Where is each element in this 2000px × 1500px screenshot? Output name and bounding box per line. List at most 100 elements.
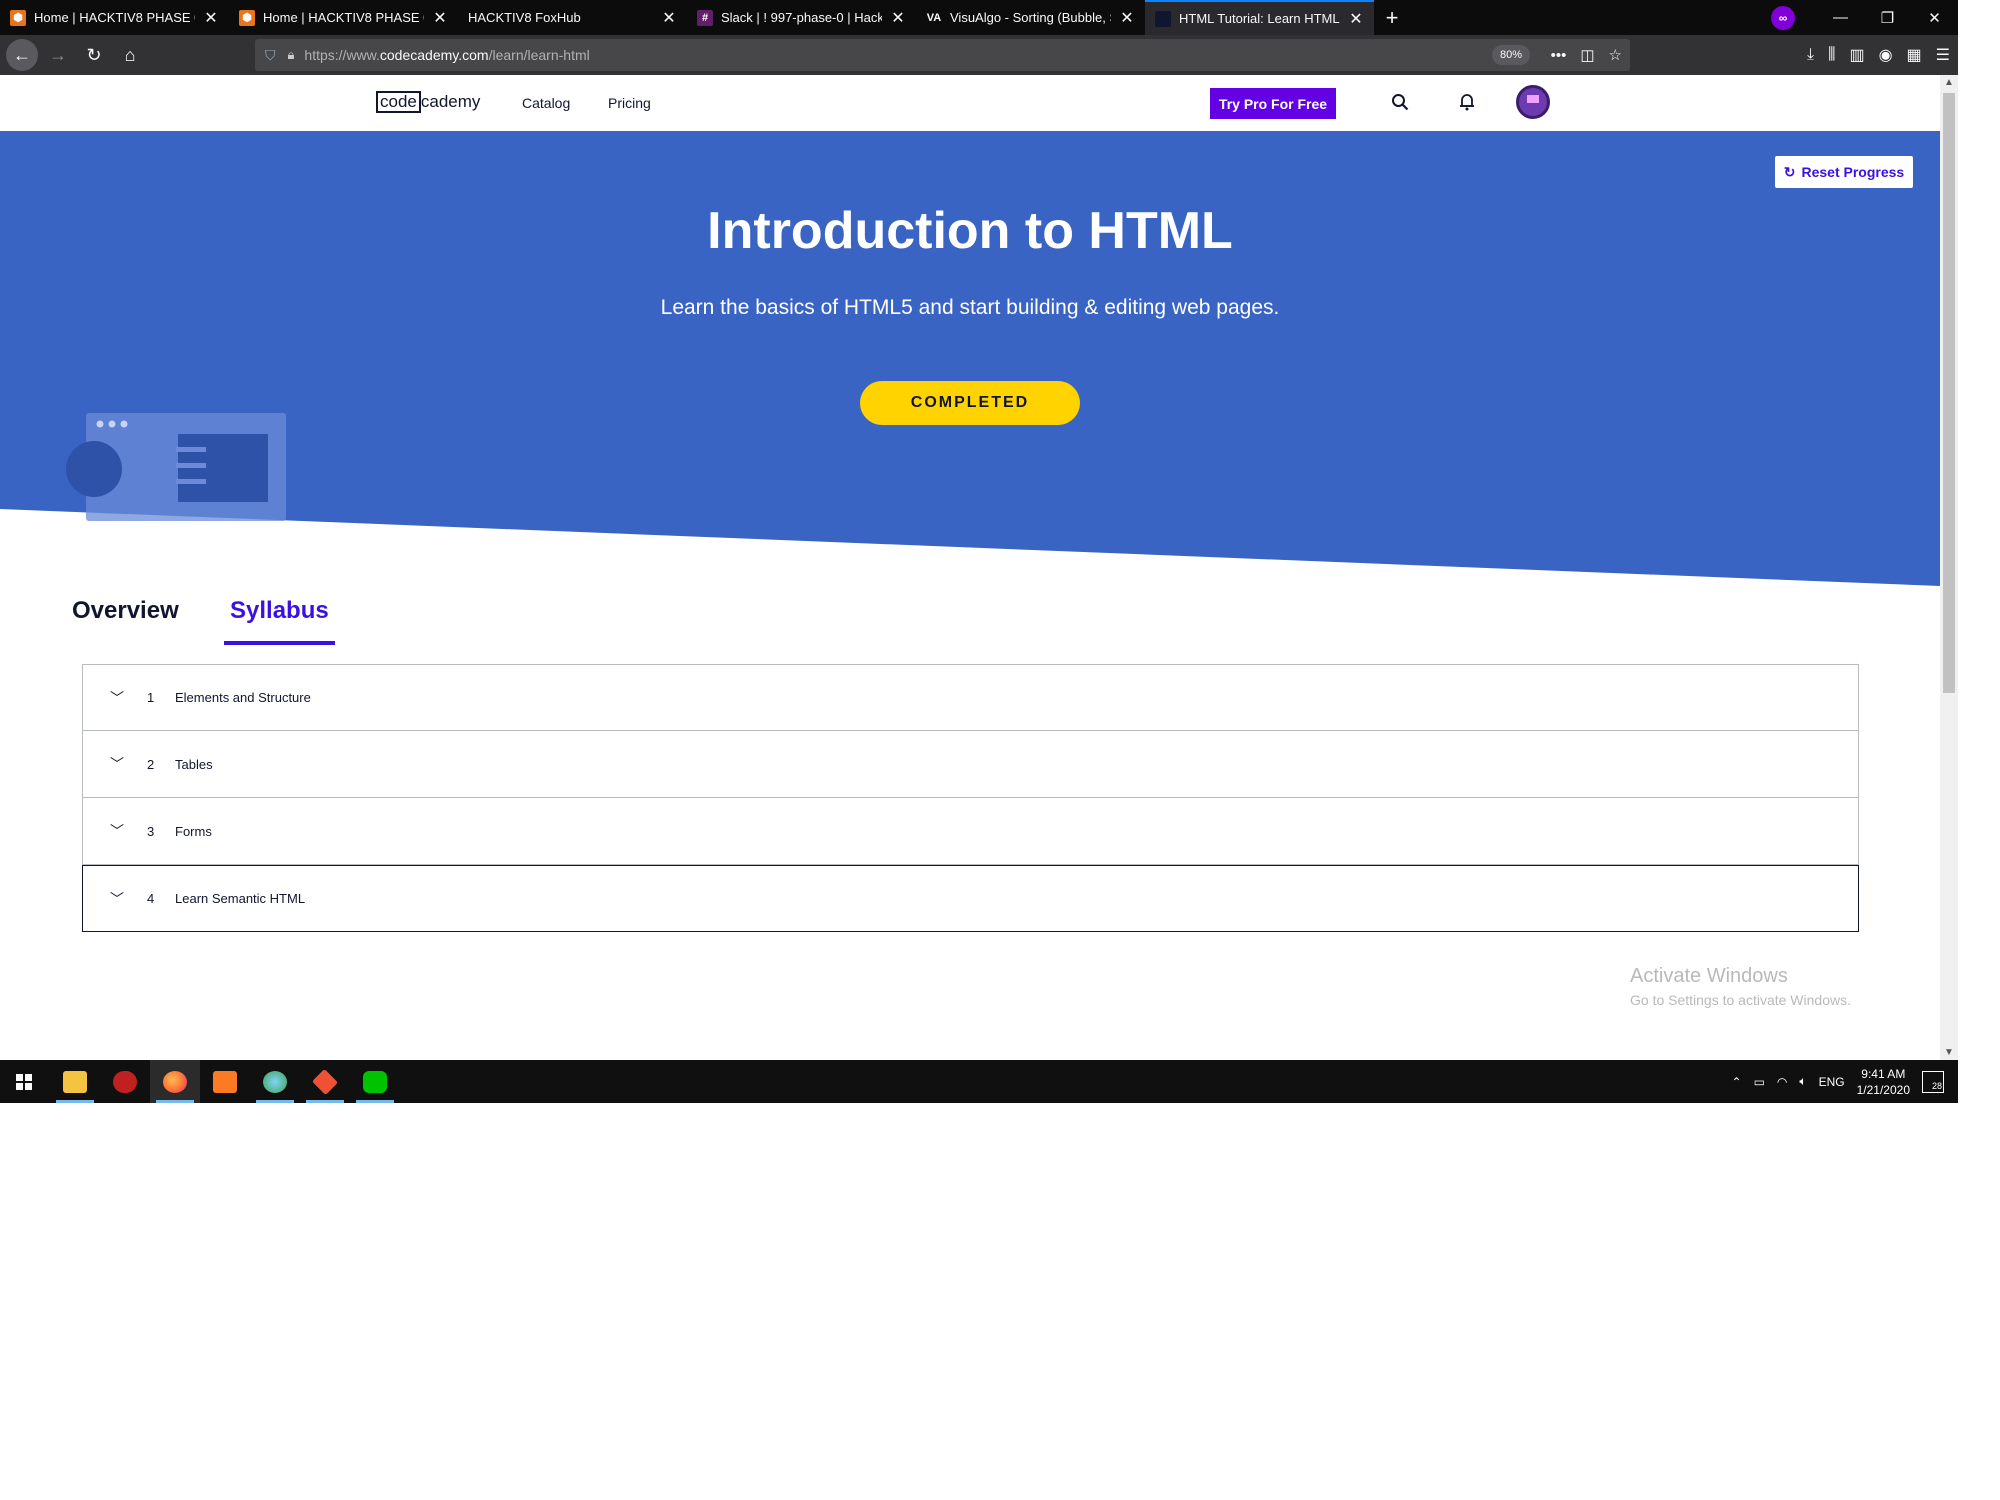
home-button[interactable]: ⌂ xyxy=(114,39,146,71)
taskbar-xampp[interactable] xyxy=(200,1060,250,1103)
taskbar-line-app[interactable] xyxy=(350,1060,400,1103)
site-header: code cademy Catalog Pricing Try Pro For F… xyxy=(0,75,1940,131)
battery-icon[interactable]: ▭ xyxy=(1754,1075,1765,1089)
show-hidden-icons-chevron-up-icon[interactable]: ⌃ xyxy=(1732,1075,1742,1089)
watermark-subtitle: Go to Settings to activate Windows. xyxy=(1630,992,1851,1008)
nav-pricing-link[interactable]: Pricing xyxy=(608,95,651,111)
new-tab-button[interactable]: + xyxy=(1374,0,1410,35)
tab-strip-spacer xyxy=(1410,0,1771,35)
syllabus-item[interactable]: ﹀ 3 Forms xyxy=(82,798,1859,865)
slack-favicon-icon: # xyxy=(697,9,713,26)
private-browsing-icon: ∞ xyxy=(1771,5,1795,30)
volume-icon[interactable]: 🔈︎ xyxy=(1799,1074,1806,1089)
taskbar-git-app[interactable] xyxy=(300,1060,350,1103)
close-tab-icon[interactable]: ✕ xyxy=(661,8,677,28)
forward-button[interactable]: → xyxy=(42,39,74,71)
syllabus-item[interactable]: ﹀ 2 Tables xyxy=(82,731,1859,798)
close-tab-icon[interactable]: ✕ xyxy=(1348,9,1364,29)
lock-icon[interactable]: 🔒︎ xyxy=(288,47,295,63)
taskbar-browser-app[interactable] xyxy=(250,1060,300,1103)
activate-windows-watermark: Activate Windows Go to Settings to activ… xyxy=(1630,965,1851,1008)
page-scrollbar[interactable]: ▲ ▼ xyxy=(1940,75,1958,1060)
chevron-down-icon[interactable]: ﹀ xyxy=(105,821,129,841)
chevron-down-icon[interactable]: ﹀ xyxy=(105,889,129,909)
restore-window-button[interactable]: ❐ xyxy=(1864,0,1911,35)
notifications-bell-icon[interactable] xyxy=(1456,91,1478,113)
content-tabs: Overview Syllabus xyxy=(0,585,1940,645)
completed-status-button[interactable]: COMPLETED xyxy=(860,381,1080,425)
tab-title: Slack | ! 997-phase-0 | Hacktiv8 xyxy=(721,10,882,25)
extensions-icon[interactable]: ▦ xyxy=(1907,45,1922,65)
chevron-down-icon[interactable]: ﹀ xyxy=(105,688,129,708)
url-bar[interactable]: ⛉ 🔒︎ https://www.codecademy.com/learn/le… xyxy=(255,39,1630,71)
codecademy-logo[interactable]: code cademy xyxy=(376,91,480,113)
account-icon[interactable]: ◉ xyxy=(1879,45,1893,65)
browser-tab-6-active[interactable]: HTML Tutorial: Learn HTML Fo ✕ xyxy=(1145,0,1374,35)
close-tab-icon[interactable]: ✕ xyxy=(203,8,219,28)
action-center-notification-icon[interactable]: 28 xyxy=(1922,1070,1944,1093)
taskbar-file-explorer[interactable] xyxy=(50,1060,100,1103)
input-language[interactable]: ENG xyxy=(1819,1075,1845,1089)
minimize-window-button[interactable]: — xyxy=(1817,0,1864,35)
chevron-down-icon[interactable]: ﹀ xyxy=(105,754,129,774)
vpn-app-icon xyxy=(113,1070,137,1093)
browser-tab-strip: ⬢ Home | HACKTIV8 PHASE 0 DE ✕ ⬢ Home | … xyxy=(0,0,1958,35)
tab-title: Home | HACKTIV8 PHASE 0 DE xyxy=(263,10,424,25)
tab-overview[interactable]: Overview xyxy=(66,585,185,645)
logo-cademy: cademy xyxy=(420,92,481,111)
tab-title: Home | HACKTIV8 PHASE 0 DE xyxy=(34,10,195,25)
windows-taskbar: ⌃ ▭ ◠ 🔈︎ ENG 9:41 AM 1/21/2020 28 xyxy=(0,1060,1958,1103)
url-text[interactable]: https://www.codecademy.com/learn/learn-h… xyxy=(304,47,589,63)
scroll-down-arrow-icon[interactable]: ▼ xyxy=(1940,1047,1958,1058)
search-icon[interactable] xyxy=(1389,91,1411,113)
start-button[interactable] xyxy=(0,1060,48,1103)
close-window-button[interactable]: ✕ xyxy=(1911,0,1958,35)
course-subtitle: Learn the basics of HTML5 and start buil… xyxy=(660,296,1280,319)
close-tab-icon[interactable]: ✕ xyxy=(432,8,448,28)
tracking-shield-icon[interactable]: ⛉ xyxy=(265,47,276,64)
scrollbar-thumb[interactable] xyxy=(1943,93,1955,693)
reload-button[interactable]: ↻ xyxy=(78,39,110,71)
syllabus-item-name: Learn Semantic HTML xyxy=(175,891,306,906)
taskbar-firefox[interactable] xyxy=(150,1060,200,1103)
user-avatar[interactable] xyxy=(1516,85,1550,119)
browser-tab-4[interactable]: # Slack | ! 997-phase-0 | Hacktiv8 ✕ xyxy=(687,0,916,35)
syllabus-item[interactable]: ﹀ 1 Elements and Structure xyxy=(82,664,1859,731)
scroll-up-arrow-icon[interactable]: ▲ xyxy=(1940,77,1958,88)
bookmark-star-icon[interactable]: ☆ xyxy=(1609,46,1622,64)
pocket-icon[interactable]: ◫ xyxy=(1580,46,1594,64)
reset-progress-button[interactable]: ↻ Reset Progress xyxy=(1775,156,1913,188)
wifi-icon[interactable]: ◠ xyxy=(1777,1075,1787,1089)
taskbar-vpn-app[interactable] xyxy=(100,1060,150,1103)
downloads-icon[interactable]: ⤓ xyxy=(1807,46,1814,64)
hamburger-menu-icon[interactable]: ☰ xyxy=(1936,45,1950,65)
browser-tab-3[interactable]: HACKTIV8 FoxHub ✕ xyxy=(458,0,687,35)
sidebar-icon[interactable]: ▥ xyxy=(1849,45,1864,65)
web-page: code cademy Catalog Pricing Try Pro For F… xyxy=(0,75,1940,1060)
taskbar-clock[interactable]: 9:41 AM 1/21/2020 xyxy=(1857,1066,1910,1098)
syllabus-item[interactable]: ﹀ 4 Learn Semantic HTML xyxy=(82,865,1859,932)
zoom-level-badge[interactable]: 80% xyxy=(1491,45,1530,65)
windows-logo-icon xyxy=(16,1073,32,1090)
url-path: /learn/learn-html xyxy=(488,47,590,63)
close-tab-icon[interactable]: ✕ xyxy=(890,8,906,28)
nav-catalog-link[interactable]: Catalog xyxy=(522,95,570,111)
reset-progress-label: Reset Progress xyxy=(1801,164,1905,180)
try-pro-button[interactable]: Try Pro For Free xyxy=(1210,88,1336,119)
library-icon[interactable]: ⫼ xyxy=(1828,46,1835,64)
firefox-icon xyxy=(163,1070,187,1093)
url-actions: ••• ◫ ☆ xyxy=(1551,39,1622,71)
hero-background xyxy=(0,131,1940,586)
toolbar-right: ⤓ ⫼ ▥ ◉ ▦ ☰ xyxy=(1807,35,1950,75)
tab-syllabus[interactable]: Syllabus xyxy=(224,585,335,645)
back-button[interactable]: ← xyxy=(6,39,38,71)
browser-tab-5[interactable]: VA VisuAlgo - Sorting (Bubble, Sel ✕ xyxy=(916,0,1145,35)
syllabus-item-number: 1 xyxy=(147,690,155,705)
screen: ⬢ Home | HACKTIV8 PHASE 0 DE ✕ ⬢ Home | … xyxy=(0,0,1958,1103)
browser-tab-2[interactable]: ⬢ Home | HACKTIV8 PHASE 0 DE ✕ xyxy=(229,0,458,35)
browser-tab-1[interactable]: ⬢ Home | HACKTIV8 PHASE 0 DE ✕ xyxy=(0,0,229,35)
close-tab-icon[interactable]: ✕ xyxy=(1119,8,1135,28)
codecademy-favicon-icon xyxy=(1155,10,1171,27)
page-actions-menu-icon[interactable]: ••• xyxy=(1551,47,1567,64)
syllabus-item-name: Forms xyxy=(175,823,212,839)
